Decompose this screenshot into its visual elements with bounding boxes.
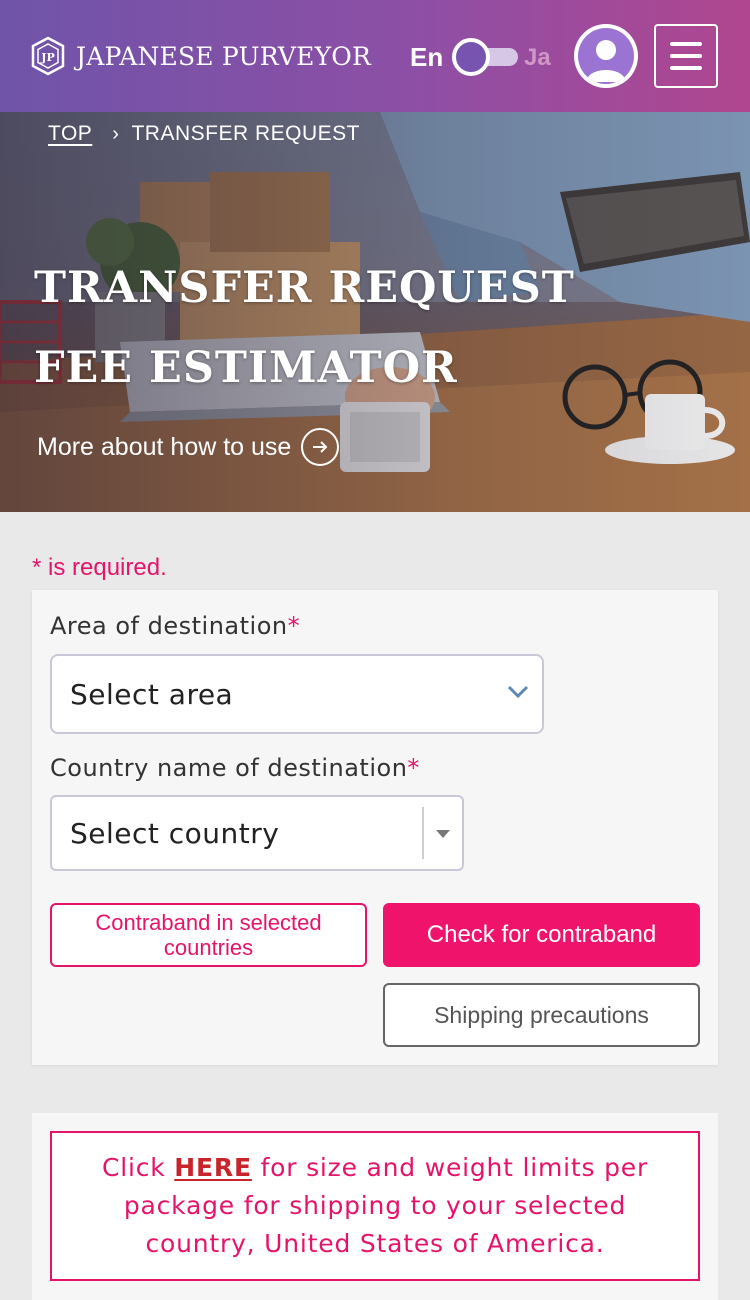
info-prefix: Click [101, 1153, 175, 1182]
country-label: Country name of destination* [50, 754, 420, 782]
svg-text:JP: JP [40, 51, 54, 64]
area-label: Area of destination* [50, 612, 300, 640]
select-divider [422, 807, 424, 859]
how-to-use-link-text: More about how to use [37, 432, 292, 461]
size-limit-here-link[interactable]: HERE [174, 1153, 252, 1182]
chevron-down-icon [507, 685, 529, 699]
user-avatar-icon [578, 28, 634, 84]
user-avatar-button[interactable] [574, 24, 638, 88]
hamburger-menu-button[interactable] [654, 24, 718, 88]
size-limit-info-box: Click HERE for size and weight limits pe… [50, 1131, 700, 1281]
language-ja-label[interactable]: Ja [524, 44, 551, 72]
toggle-knob [452, 38, 490, 76]
area-select[interactable]: Select area [50, 654, 544, 734]
menu-line [670, 66, 702, 70]
check-contraband-button[interactable]: Check for contraband [383, 903, 700, 967]
required-star: * [287, 612, 301, 640]
hamburger-menu-icon [670, 42, 702, 46]
breadcrumb-home-link[interactable]: TOP [48, 122, 92, 146]
shipping-precautions-button[interactable]: Shipping precautions [383, 983, 700, 1047]
size-limit-info-text: Click HERE for size and weight limits pe… [82, 1149, 668, 1263]
hero-banner: TOP › TRANSFER REQUEST TRANSFER REQUEST … [0, 112, 750, 512]
country-select-value: Select country [70, 817, 280, 850]
how-to-use-link[interactable]: More about how to use [37, 428, 340, 466]
country-label-text: Country name of destination [50, 754, 408, 782]
site-logo[interactable]: JP JAPANESE PURVEYOR [30, 36, 371, 76]
page-title: TRANSFER REQUEST FEE ESTIMATOR [34, 248, 575, 408]
breadcrumb: TOP › TRANSFER REQUEST [48, 122, 360, 146]
area-label-text: Area of destination [50, 612, 288, 640]
caret-down-icon [436, 830, 450, 838]
logo-text: JAPANESE PURVEYOR [76, 41, 372, 71]
menu-line [670, 54, 702, 58]
chevron-right-icon: › [112, 122, 120, 145]
breadcrumb-current: TRANSFER REQUEST [131, 122, 360, 145]
area-select-value: Select area [70, 678, 234, 711]
site-header: JP JAPANESE PURVEYOR En Ja [0, 0, 750, 112]
estimator-form-card: Area of destination* Select area Country… [32, 590, 718, 1065]
country-select[interactable]: Select country [50, 795, 464, 871]
page-title-line1: TRANSFER REQUEST [34, 263, 575, 313]
language-en-label[interactable]: En [410, 42, 443, 73]
contraband-list-button[interactable]: Contraband in selected countries [50, 903, 367, 967]
required-note: * is required. [32, 554, 167, 581]
language-toggle[interactable] [452, 38, 518, 76]
required-star: * [407, 754, 420, 782]
arrow-right-circle-icon [301, 428, 340, 466]
page-title-line2: FEE ESTIMATOR [34, 343, 458, 393]
logo-icon: JP [31, 36, 65, 76]
size-limit-info-card: Click HERE for size and weight limits pe… [32, 1113, 718, 1300]
